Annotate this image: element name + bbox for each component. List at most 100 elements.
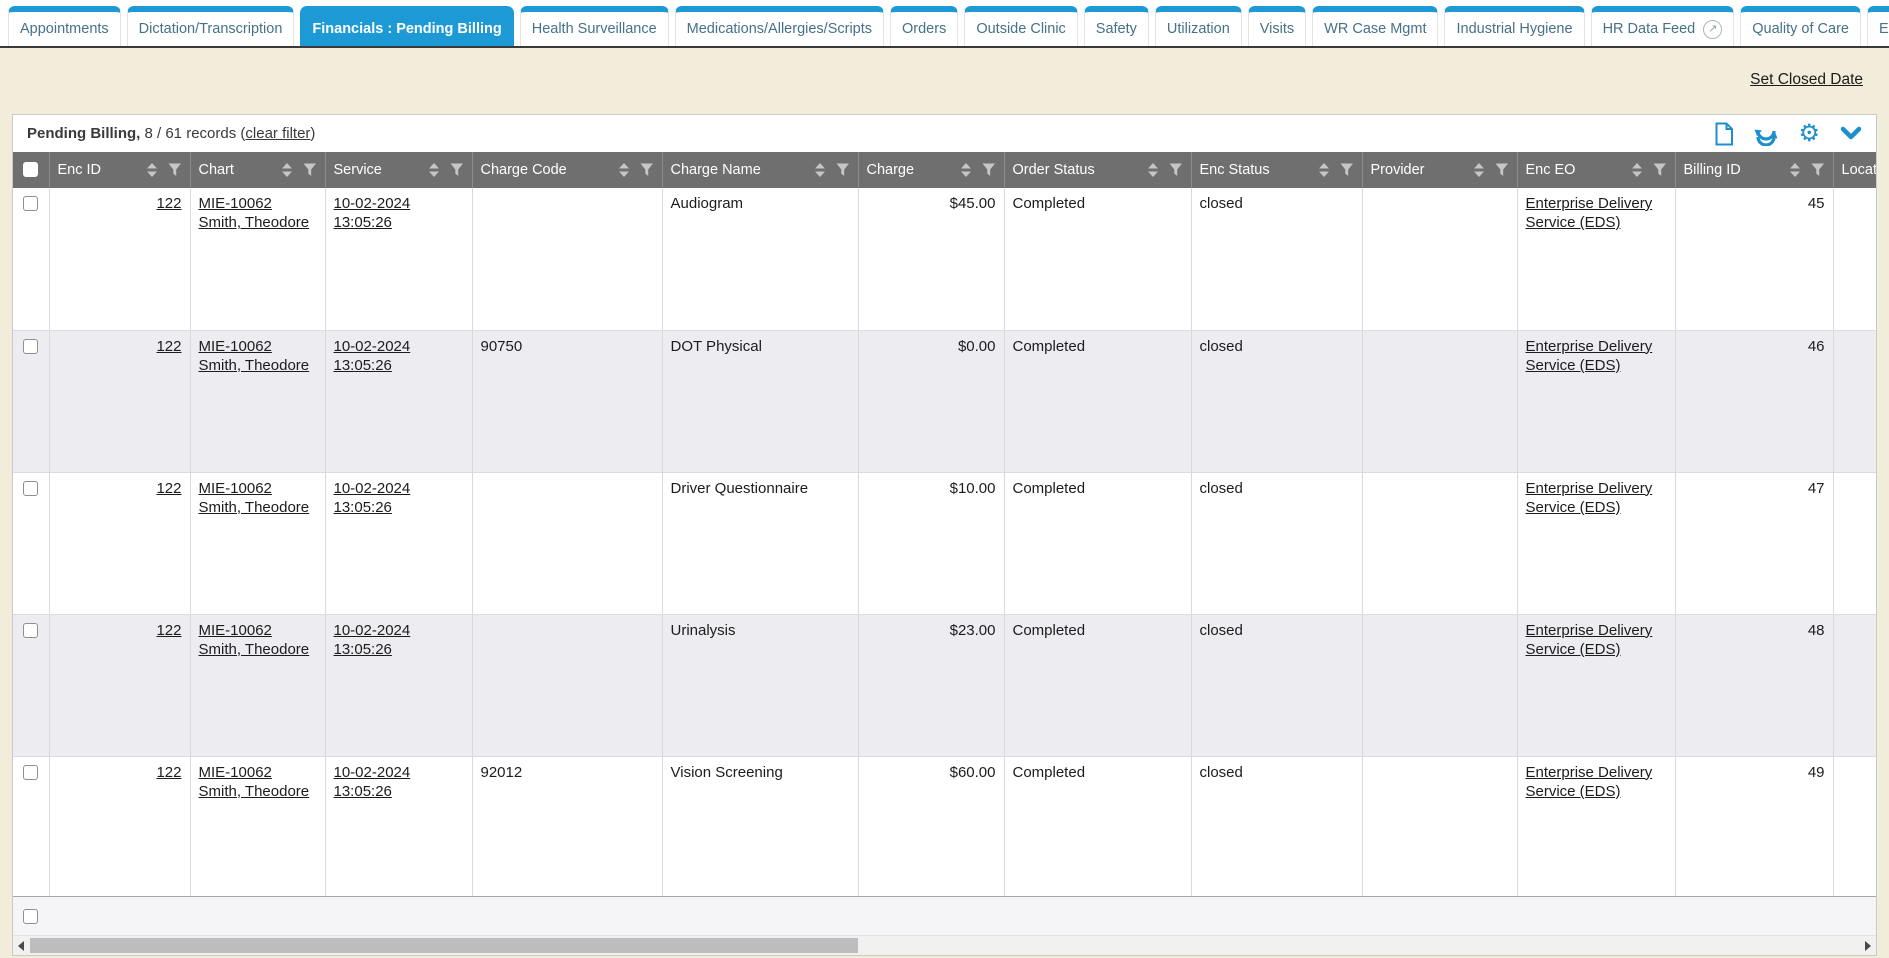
tab-medications-allergies-scripts[interactable]: Medications/Allergies/Scripts (675, 6, 884, 46)
chart-id-link[interactable]: MIE-10062 (199, 479, 272, 498)
chart-id-link[interactable]: MIE-10062 (199, 194, 272, 213)
column-header-charge-code[interactable]: Charge Code (472, 152, 662, 188)
sort-icon[interactable] (1632, 163, 1642, 177)
filter-icon[interactable] (1495, 163, 1509, 177)
filter-icon[interactable] (450, 163, 464, 177)
gear-icon[interactable]: ⚙ (1798, 122, 1820, 146)
horizontal-scrollbar[interactable] (13, 935, 1876, 955)
service-date-link[interactable]: 10-02-2024 (334, 479, 411, 498)
tab-dictation-transcription[interactable]: Dictation/Transcription (127, 6, 295, 46)
sort-icon[interactable] (1148, 163, 1158, 177)
tab-quality-of-care[interactable]: Quality of Care (1740, 6, 1861, 46)
column-header-service[interactable]: Service (325, 152, 472, 188)
service-date-link[interactable]: 10-02-2024 (334, 194, 411, 213)
row-checkbox[interactable] (23, 765, 38, 780)
row-checkbox[interactable] (23, 481, 38, 496)
new-document-icon[interactable] (1714, 122, 1734, 146)
enc-id-link[interactable]: 122 (156, 338, 181, 355)
scrollbar-thumb[interactable] (30, 938, 858, 953)
enc-id-link[interactable]: 122 (156, 622, 181, 639)
tab-wr-case-mgmt[interactable]: WR Case Mgmt (1312, 6, 1438, 46)
chart-id-link[interactable]: MIE-10062 (199, 337, 272, 356)
sort-icon[interactable] (619, 163, 629, 177)
chart-name-link[interactable]: Smith, Theodore (199, 356, 310, 375)
chevron-down-icon[interactable] (1840, 126, 1862, 141)
set-closed-date-link[interactable]: Set Closed Date (1750, 71, 1863, 89)
cell-chart: MIE-10062Smith, Theodore (190, 614, 325, 756)
tab-safety[interactable]: Safety (1084, 6, 1149, 46)
column-header-location[interactable]: Locatio (1833, 152, 1876, 188)
tab-outside-clinic[interactable]: Outside Clinic (964, 6, 1077, 46)
enc-id-link[interactable]: 122 (156, 195, 181, 212)
service-time-link[interactable]: 13:05:26 (334, 356, 392, 375)
filter-icon[interactable] (303, 163, 317, 177)
tab-appointments[interactable]: Appointments (8, 6, 121, 46)
chart-id-link[interactable]: MIE-10062 (199, 763, 272, 782)
scroll-left-arrow[interactable] (13, 936, 29, 955)
tab-orders[interactable]: Orders (890, 6, 958, 46)
row-checkbox[interactable] (23, 196, 38, 211)
enc-eo-link[interactable]: Enterprise Delivery Service (EDS) (1526, 338, 1653, 374)
chart-name-link[interactable]: Smith, Theodore (199, 782, 310, 801)
filter-icon[interactable] (1169, 163, 1183, 177)
column-header-billing-id[interactable]: Billing ID (1675, 152, 1833, 188)
column-header-order-status[interactable]: Order Status (1004, 152, 1191, 188)
tab-health-surveillance[interactable]: Health Surveillance (520, 6, 669, 46)
column-header-charge-name[interactable]: Charge Name (662, 152, 858, 188)
filter-icon[interactable] (1653, 163, 1667, 177)
tab-visits[interactable]: Visits (1248, 6, 1306, 46)
chart-id-link[interactable]: MIE-10062 (199, 621, 272, 640)
service-date-link[interactable]: 10-02-2024 (334, 621, 411, 640)
record-count: 8 / 61 records (145, 125, 237, 142)
service-time-link[interactable]: 13:05:26 (334, 213, 392, 232)
refresh-icon[interactable] (1754, 122, 1778, 146)
sort-icon[interactable] (282, 163, 292, 177)
sort-icon[interactable] (1474, 163, 1484, 177)
tab-financials-pending-billing[interactable]: Financials : Pending Billing (300, 6, 513, 46)
row-checkbox[interactable] (23, 339, 38, 354)
column-header-provider[interactable]: Provider (1362, 152, 1517, 188)
service-time-link[interactable]: 13:05:26 (334, 640, 392, 659)
service-time-link[interactable]: 13:05:26 (334, 498, 392, 517)
clear-filter-link[interactable]: clear filter (245, 125, 310, 142)
sort-icon[interactable] (429, 163, 439, 177)
column-header-enc-id[interactable]: Enc ID (49, 152, 190, 188)
service-date-link[interactable]: 10-02-2024 (334, 337, 411, 356)
chart-name-link[interactable]: Smith, Theodore (199, 213, 310, 232)
tab-utilization[interactable]: Utilization (1155, 6, 1242, 46)
header-select-all[interactable] (13, 152, 49, 188)
enc-eo-link[interactable]: Enterprise Delivery Service (EDS) (1526, 764, 1653, 800)
select-all-checkbox[interactable] (23, 162, 38, 177)
column-header-enc-status[interactable]: Enc Status (1191, 152, 1362, 188)
enc-eo-link[interactable]: Enterprise Delivery Service (EDS) (1526, 480, 1653, 516)
filter-icon[interactable] (1811, 163, 1825, 177)
sort-icon[interactable] (147, 163, 157, 177)
enc-eo-link[interactable]: Enterprise Delivery Service (EDS) (1526, 195, 1653, 231)
sort-icon[interactable] (1790, 163, 1800, 177)
chart-name-link[interactable]: Smith, Theodore (199, 640, 310, 659)
tab-hr-data-feed[interactable]: HR Data Feed ↗ (1591, 6, 1735, 46)
service-date-link[interactable]: 10-02-2024 (334, 763, 411, 782)
tab-industrial-hygiene[interactable]: Industrial Hygiene (1444, 6, 1584, 46)
scroll-right-arrow[interactable] (1860, 936, 1876, 955)
filter-icon[interactable] (640, 163, 654, 177)
service-time-link[interactable]: 13:05:26 (334, 782, 392, 801)
filter-icon[interactable] (1340, 163, 1354, 177)
enc-id-link[interactable]: 122 (156, 764, 181, 781)
enc-id-link[interactable]: 122 (156, 480, 181, 497)
column-header-enc-eo[interactable]: Enc EO (1517, 152, 1675, 188)
sort-icon[interactable] (961, 163, 971, 177)
filter-icon[interactable] (836, 163, 850, 177)
sort-icon[interactable] (815, 163, 825, 177)
column-header-chart[interactable]: Chart (190, 152, 325, 188)
cell-location (1833, 472, 1876, 614)
filter-icon[interactable] (982, 163, 996, 177)
row-checkbox[interactable] (23, 623, 38, 638)
enc-eo-link[interactable]: Enterprise Delivery Service (EDS) (1526, 622, 1653, 658)
chart-name-link[interactable]: Smith, Theodore (199, 498, 310, 517)
tab-executive-dashboard[interactable]: Executive Das (1867, 6, 1889, 46)
sort-icon[interactable] (1319, 163, 1329, 177)
footer-checkbox[interactable] (23, 909, 38, 924)
column-header-charge[interactable]: Charge (858, 152, 1004, 188)
filter-icon[interactable] (168, 163, 182, 177)
